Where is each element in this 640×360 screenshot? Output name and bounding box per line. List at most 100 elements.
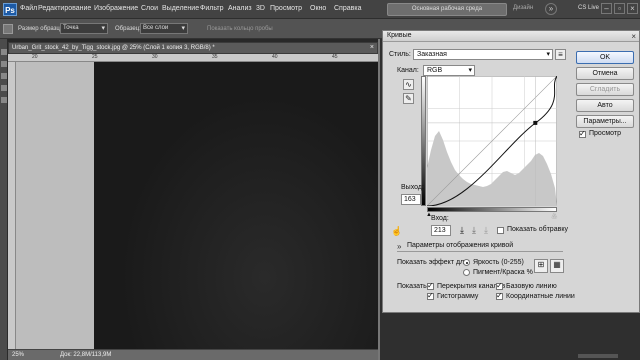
- baseline-label: Базовую линию: [506, 283, 557, 290]
- dialog-title: Кривые: [387, 32, 412, 39]
- tools-panel: [0, 39, 8, 360]
- close-icon[interactable]: ×: [627, 3, 638, 14]
- restore-icon[interactable]: ▫: [614, 3, 625, 14]
- status-bar: 25% Док: 22,8M/113,9M: [8, 349, 378, 360]
- menu-edit[interactable]: Редактирование: [38, 5, 91, 12]
- auto-button[interactable]: Авто: [576, 99, 634, 112]
- expand-options-icon[interactable]: »: [397, 242, 401, 251]
- simple-grid-icon[interactable]: ⊞: [534, 259, 548, 273]
- black-eyedropper-icon[interactable]: ⤓: [460, 225, 464, 236]
- show-clipping-checkbox[interactable]: [497, 227, 504, 234]
- marquee-tool-icon[interactable]: [1, 61, 7, 67]
- input-value-field[interactable]: 213: [431, 225, 451, 236]
- portrait-photo: [94, 62, 378, 349]
- menu-help[interactable]: Справка: [334, 5, 361, 12]
- menu-3d[interactable]: 3D: [256, 5, 265, 12]
- chevron-down-icon: ▾: [468, 67, 472, 74]
- quick-select-tool-icon[interactable]: [1, 85, 7, 91]
- pigment-radio[interactable]: [463, 269, 470, 276]
- show-amount-label: Показать эффект для:: [397, 259, 470, 266]
- document-title: Urban_Grit_stock_42_by_Tigg_stock.jpg @ …: [12, 45, 215, 51]
- show-clipping-label: Показать обтравку: [507, 226, 568, 233]
- menu-view[interactable]: Просмотр: [270, 5, 302, 12]
- minimize-icon[interactable]: –: [601, 3, 612, 14]
- crop-tool-icon[interactable]: [1, 97, 7, 103]
- light-label: Яркость (0-255): [473, 259, 524, 266]
- intersection-line-label: Координатные линии: [506, 293, 575, 300]
- ruler-tick: 35: [212, 54, 218, 60]
- chevron-down-icon: ▾: [546, 51, 550, 58]
- style-label: Стиль:: [389, 51, 411, 58]
- options-button[interactable]: Параметры...: [576, 115, 634, 128]
- sample-size-label: Размер образца:: [18, 26, 65, 32]
- sample-select[interactable]: Все слои: [140, 23, 188, 34]
- pigment-label: Пигмент/Краска %: [473, 269, 533, 276]
- baseline-checkbox[interactable]: [496, 281, 503, 290]
- workspace-button[interactable]: Основная рабочая среда: [387, 3, 507, 16]
- curves-dialog: Кривые × Стиль: Заказная ▾ ≡ Канал: RGB …: [382, 30, 640, 313]
- white-point-slider-icon[interactable]: △: [552, 212, 557, 219]
- close-document-icon[interactable]: ×: [370, 43, 374, 53]
- channel-value: RGB: [427, 67, 443, 74]
- menu-file[interactable]: Файл: [20, 5, 37, 12]
- ruler-tick: 40: [272, 54, 278, 60]
- ruler-tick: 25: [92, 54, 98, 60]
- preset-options-icon[interactable]: ≡: [555, 49, 566, 60]
- move-tool-icon[interactable]: [1, 49, 7, 55]
- sample-size-select[interactable]: Точка: [60, 23, 108, 34]
- eyedropper-tool-icon[interactable]: [3, 24, 13, 34]
- on-image-adjust-icon[interactable]: ☝: [391, 226, 402, 237]
- lasso-tool-icon[interactable]: [1, 73, 7, 79]
- menu-select[interactable]: Выделение: [162, 5, 199, 12]
- style-select[interactable]: Заказная ▾: [413, 49, 553, 60]
- document-info: Док: 22,8M/113,9M: [60, 352, 112, 358]
- vertical-ruler: [8, 62, 16, 349]
- preview-label: Просмотр: [589, 130, 621, 137]
- channel-overlays-checkbox[interactable]: [427, 281, 434, 290]
- curve-edit-points-icon[interactable]: ∿: [403, 79, 414, 90]
- zoom-level[interactable]: 25%: [12, 350, 24, 360]
- menu-filter[interactable]: Фильтр: [200, 5, 224, 12]
- menu-image[interactable]: Изображение: [94, 5, 138, 12]
- ruler-tick: 45: [332, 54, 338, 60]
- document-tab[interactable]: Urban_Grit_stock_42_by_Tigg_stock.jpg @ …: [8, 42, 378, 54]
- photoshop-logo: Ps: [3, 3, 17, 16]
- show-ring-label: Показать кольцо пробы: [207, 26, 273, 32]
- output-value-field[interactable]: 163: [401, 194, 421, 205]
- intersection-line-checkbox[interactable]: [496, 291, 503, 300]
- pencil-draw-icon[interactable]: ✎: [403, 93, 414, 104]
- channel-overlays-label: Перекрытия каналов: [437, 283, 506, 290]
- expand-icon[interactable]: »: [545, 3, 557, 15]
- panel-divider: [378, 39, 380, 360]
- ok-button[interactable]: OK: [576, 51, 634, 64]
- channel-label: Канал:: [397, 67, 419, 74]
- light-radio[interactable]: [463, 259, 470, 266]
- smooth-button[interactable]: Сгладить: [576, 83, 634, 96]
- curve-graph[interactable]: [427, 76, 557, 206]
- ruler-tick: 30: [152, 54, 158, 60]
- sample-label: Образец:: [115, 26, 141, 32]
- panel-handle: [578, 354, 618, 358]
- detailed-grid-icon[interactable]: ▦: [550, 259, 564, 273]
- gray-eyedropper-icon[interactable]: ⤓: [472, 225, 476, 236]
- menu-bar: Ps Файл Редактирование Изображение Слои …: [0, 0, 640, 19]
- dialog-close-icon[interactable]: ×: [631, 32, 636, 42]
- menu-analysis[interactable]: Анализ: [228, 5, 252, 12]
- menu-window[interactable]: Окно: [310, 5, 326, 12]
- input-gradient-bar: [427, 207, 557, 212]
- cs-live-button[interactable]: CS Live: [578, 5, 599, 11]
- show-label: Показать:: [397, 283, 429, 290]
- canvas-area[interactable]: [16, 62, 378, 349]
- curve-control-point: [533, 120, 538, 125]
- preview-checkbox[interactable]: [579, 129, 586, 138]
- channel-select[interactable]: RGB ▾: [423, 65, 475, 76]
- output-label: Выход:: [401, 184, 424, 191]
- dialog-title-bar[interactable]: Кривые ×: [383, 31, 639, 42]
- histogram-checkbox[interactable]: [427, 291, 434, 300]
- white-eyedropper-icon[interactable]: ⤓: [484, 225, 488, 236]
- design-workspace-link[interactable]: Дизайн: [513, 5, 533, 11]
- curve-display-options-label: Параметры отображения кривой: [407, 242, 514, 249]
- cancel-button[interactable]: Отмена: [576, 67, 634, 80]
- menu-layers[interactable]: Слои: [141, 5, 158, 12]
- input-label: Вход:: [431, 215, 449, 222]
